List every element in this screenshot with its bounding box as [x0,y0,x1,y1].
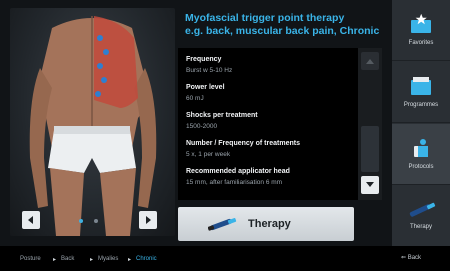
sidebar-item-favorites[interactable]: Favorites [392,0,450,61]
carousel-dot-1[interactable] [79,219,83,223]
back-label: Back [407,255,422,261]
info-scrollbar[interactable] [358,48,382,200]
therapy-parameters-panel: Frequency Burst w 5-10 Hz Power level 60… [178,48,358,200]
chevron-right-icon [146,216,151,224]
programmes-icon [411,77,431,95]
scroll-down-button[interactable] [361,176,379,194]
scroll-thumb[interactable] [361,126,379,172]
chevron-left-icon [28,216,33,224]
treatments-value: 5 x, 1 per week [186,151,231,158]
page-title: Myofascial trigger point therapy e.g. ba… [185,12,380,37]
sidebar: Favorites Programmes Protocols Therapy [392,0,450,247]
scroll-up-button[interactable] [361,52,379,70]
frequency-value: Burst w 5-10 Hz [186,67,233,74]
chevron-down-icon [366,182,374,187]
breadcrumb-arrow-icon: ▸ [53,257,57,263]
shocks-value: 1500-2000 [186,123,218,130]
power-level-label: Power level [186,84,225,91]
favorites-icon [411,14,431,33]
sidebar-label-favorites: Favorites [408,40,434,46]
shocks-label: Shocks per treatment [186,112,258,119]
back-arrow-icon: ⇐ [401,255,408,261]
carousel-dot-2[interactable] [94,219,98,223]
breadcrumb-arrow-icon: ▸ [90,257,94,263]
applicator-head-value: 15 mm, after familiarisation 6 mm [186,179,283,186]
breadcrumb-posture[interactable]: Posture [20,256,41,262]
back-button[interactable]: ⇐ Back [401,254,421,261]
sidebar-label-programmes: Programmes [403,102,439,108]
therapy-icon [409,202,436,217]
therapy-button[interactable]: Therapy [178,207,354,241]
chevron-up-icon [366,59,374,64]
sidebar-item-programmes[interactable]: Programmes [392,62,450,123]
breadcrumb-arrow-icon: ▸ [128,257,132,263]
breadcrumb-back[interactable]: Back [61,256,74,262]
therapy-button-label: Therapy [248,218,291,230]
power-level-value: 60 mJ [186,95,204,102]
carousel-next-button[interactable] [139,211,157,229]
sidebar-label-therapy: Therapy [409,224,432,230]
sidebar-label-protocols: Protocols [408,164,434,170]
bottom-bar: Posture ▸ Back ▸ Myalies ▸ Chronic ⇐ Bac… [0,246,450,271]
app-window: Myofascial trigger point therapy e.g. ba… [0,0,450,271]
frequency-label: Frequency [186,56,222,63]
sidebar-item-protocols[interactable]: Protocols [392,124,450,185]
body-illustration [10,8,175,236]
breadcrumb-myalies[interactable]: Myalies [98,256,118,262]
breadcrumb-chronic: Chronic [136,256,157,262]
treatments-label: Number / Frequency of treatments [186,140,300,147]
applicator-head-label: Recommended applicator head [186,168,290,175]
carousel-prev-button[interactable] [22,211,40,229]
protocols-icon [414,139,428,157]
applicator-icon [208,218,237,231]
sidebar-item-therapy[interactable]: Therapy [392,186,450,247]
